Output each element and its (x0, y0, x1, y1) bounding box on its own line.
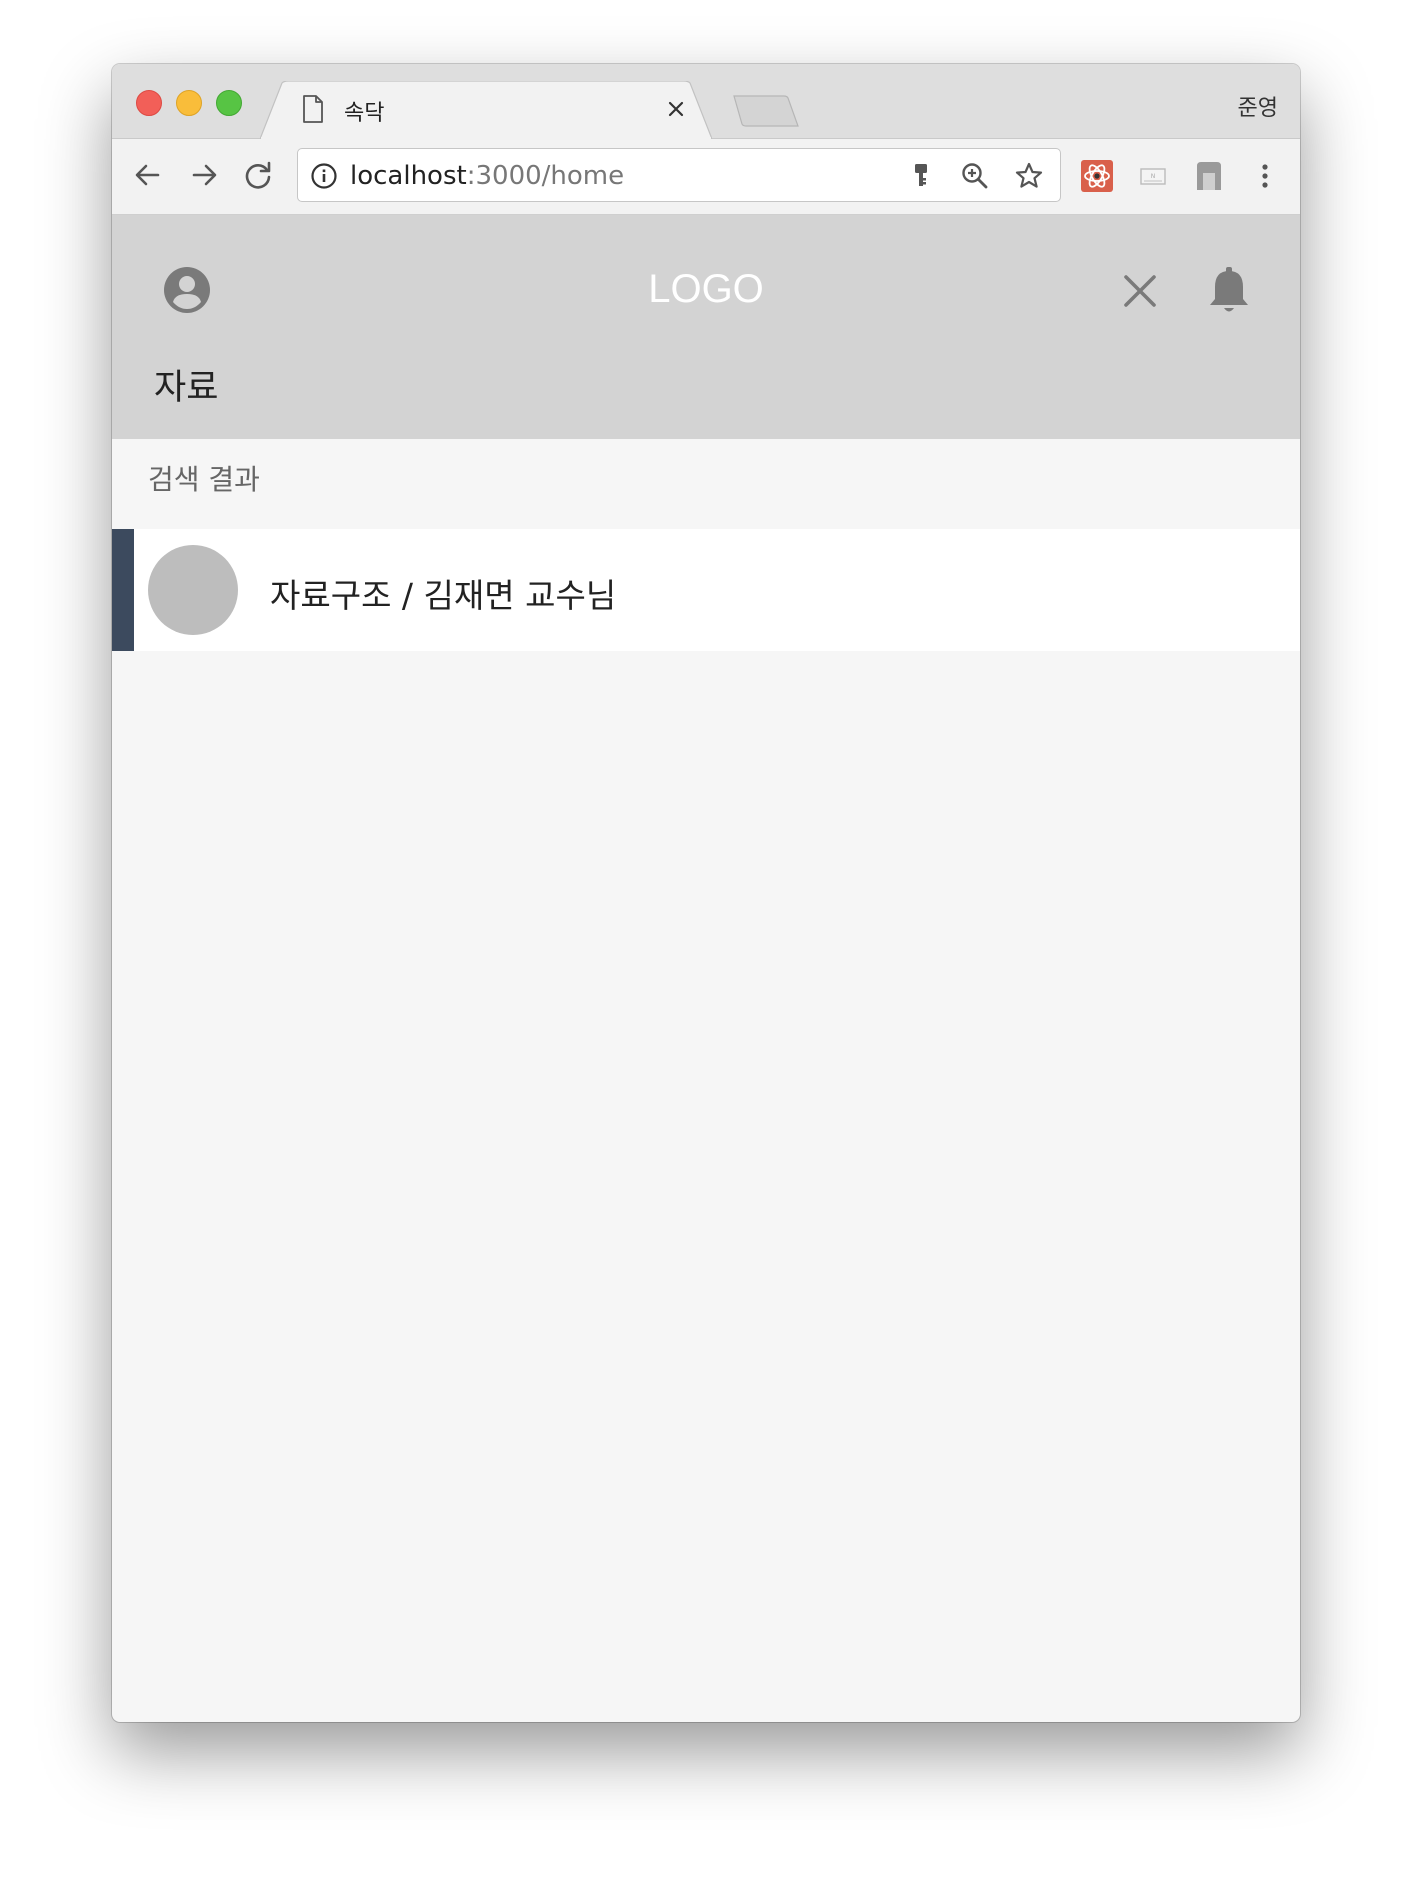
results-label: 검색 결과 (148, 463, 260, 496)
profile-name[interactable]: 준영 (1238, 90, 1278, 122)
tab-close-icon[interactable] (664, 97, 688, 121)
new-tab-button[interactable] (732, 94, 800, 128)
avatar (148, 545, 238, 635)
forward-button[interactable] (186, 157, 222, 193)
browser-tab-active[interactable]: 속닥 (260, 81, 712, 139)
selected-indicator (112, 529, 134, 651)
url-text[interactable]: localhost:3000/home (350, 161, 624, 191)
back-button[interactable] (130, 157, 166, 193)
browser-toolbar: localhost:3000/home N (112, 139, 1300, 215)
react-devtools-icon[interactable] (1080, 159, 1114, 193)
close-icon[interactable] (1120, 271, 1160, 311)
window-close-button[interactable] (136, 90, 162, 116)
menu-dots-icon[interactable] (1248, 159, 1282, 193)
reload-button[interactable] (240, 157, 276, 193)
tab-title: 속닥 (344, 101, 385, 126)
url-host: localhost (350, 161, 467, 191)
url-path: :3000/home (466, 161, 625, 191)
result-title: 자료구조 / 김재면 교수님 (270, 576, 617, 615)
tab-shape (260, 81, 712, 139)
document-icon (303, 95, 323, 123)
extension-icon[interactable] (1192, 159, 1226, 193)
zoom-icon[interactable] (960, 161, 990, 191)
app-header: LOGO 자료 (112, 215, 1300, 439)
svg-text:N: N (1151, 173, 1156, 180)
reload-icon (245, 161, 271, 189)
list-item[interactable]: 자료구조 / 김재면 교수님 (112, 529, 1300, 651)
info-icon[interactable] (310, 162, 338, 190)
extension-icon[interactable]: N (1136, 159, 1170, 193)
page-title: 자료 (154, 368, 219, 408)
back-arrow-icon (135, 164, 160, 186)
window-maximize-button[interactable] (216, 90, 242, 116)
window-minimize-button[interactable] (176, 90, 202, 116)
star-icon[interactable] (1014, 161, 1044, 191)
browser-window: 속닥 준영 localhost:3000/home N LOGO 자료 검색 결… (112, 64, 1300, 1722)
browser-titlebar: 속닥 준영 (112, 64, 1300, 139)
address-bar[interactable]: localhost:3000/home (297, 148, 1061, 202)
bell-icon[interactable] (1206, 265, 1252, 317)
forward-arrow-icon (192, 164, 217, 186)
key-icon[interactable] (906, 161, 936, 191)
